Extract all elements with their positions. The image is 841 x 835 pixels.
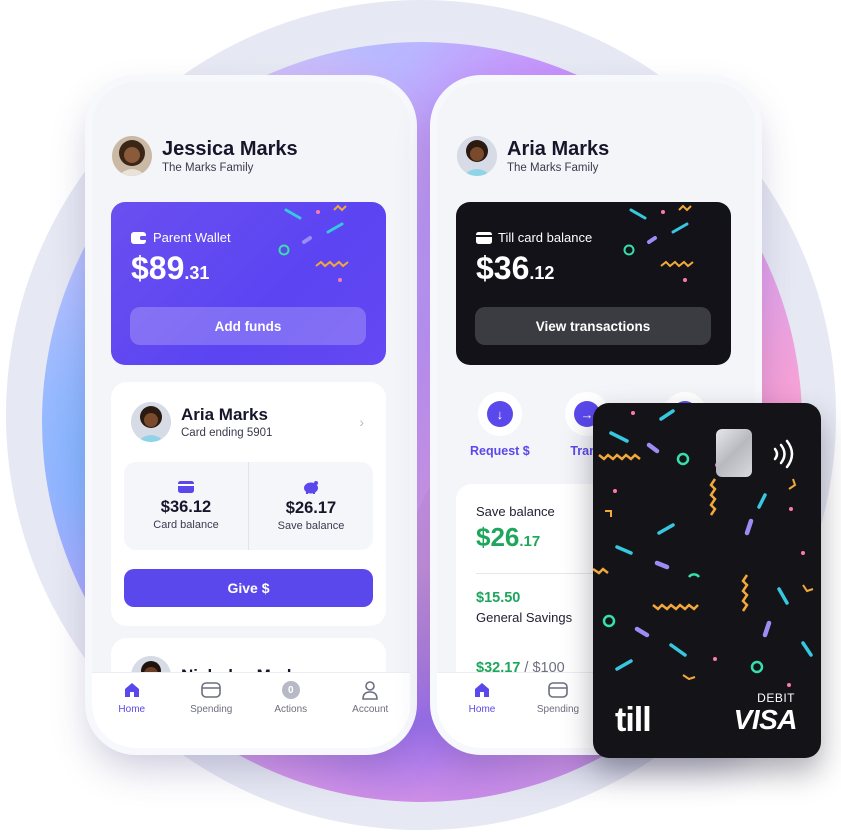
child-name: Aria Marks [507,138,610,160]
arrow-down-icon: ↓ [486,401,513,427]
wallet-balance: $89.31 [131,250,210,286]
person-icon [359,679,381,701]
child-name: Aria Marks [181,405,268,424]
give-money-button[interactable]: Give $ [124,569,373,607]
card-ending: Card ending 5901 [181,427,273,439]
child-balances: $36.12 Card balance $26.17 Save balance [124,462,373,550]
marketing-stage: Jessica Marks The Marks Family Parent Wa… [0,0,841,835]
debit-label: DEBIT [757,691,795,705]
till-card-balance: Till card balance $36.12 View transactio… [456,202,731,365]
parent-phone: Jessica Marks The Marks Family Parent Wa… [92,82,410,748]
save-balance: $26.17 Save balance [248,462,373,550]
chip-icon [716,429,752,477]
child-avatar [131,402,171,442]
card-icon [547,679,569,701]
till-logo: till [615,701,652,739]
view-transactions-button[interactable]: View transactions [475,307,711,345]
card-balance-amount: $36.12 [476,250,555,286]
parent-wallet-card: Parent Wallet $89.31 Add funds [111,202,386,365]
parent-profile[interactable]: Jessica Marks The Marks Family [112,136,298,176]
confetti-decoration [623,204,694,282]
home-icon [121,679,143,701]
tab-actions[interactable]: 0 Actions [256,679,326,748]
card-icon [476,231,492,244]
tab-home[interactable]: Home [97,679,167,748]
parent-name: Jessica Marks [162,138,298,160]
visa-logo: VISA [733,704,798,735]
card-icon [178,481,194,493]
family-name: The Marks Family [507,162,599,174]
parent-avatar [112,136,152,176]
goal-amount: $15.50 [476,590,521,606]
tab-spending[interactable]: Spending [523,679,593,748]
tab-account[interactable]: Account [335,679,405,748]
till-debit-card: till DEBIT VISA [593,403,821,758]
piggy-bank-icon [304,481,318,494]
goal-name: General Savings [476,610,573,625]
card-balance: $36.12 Card balance [124,462,248,550]
contactless-icon [773,439,794,469]
save-balance-amount: $26.17 [476,522,541,552]
home-icon [471,679,493,701]
tab-spending[interactable]: Spending [176,679,246,748]
badge-icon: 0 [280,679,302,701]
request-money-action[interactable]: ↓ Request $ [470,392,530,458]
family-name: The Marks Family [162,162,254,174]
actions-count-badge: 0 [281,681,300,699]
wallet-label: Parent Wallet [153,230,231,245]
wallet-label: Till card balance [498,230,593,245]
child-card[interactable]: Aria Marks Card ending 5901 › $36.12 Car… [111,382,386,626]
card-icon [200,679,222,701]
tab-home[interactable]: Home [447,679,517,748]
tab-bar: Home Spending 0 Actions Account [92,672,410,748]
add-funds-button[interactable]: Add funds [130,307,366,345]
wallet-icon [131,231,147,244]
child-avatar [457,136,497,176]
confetti-decoration [278,204,349,282]
child-profile[interactable]: Aria Marks The Marks Family [457,136,609,176]
save-balance-label: Save balance [476,504,555,519]
chevron-right-icon[interactable]: › [359,414,364,430]
